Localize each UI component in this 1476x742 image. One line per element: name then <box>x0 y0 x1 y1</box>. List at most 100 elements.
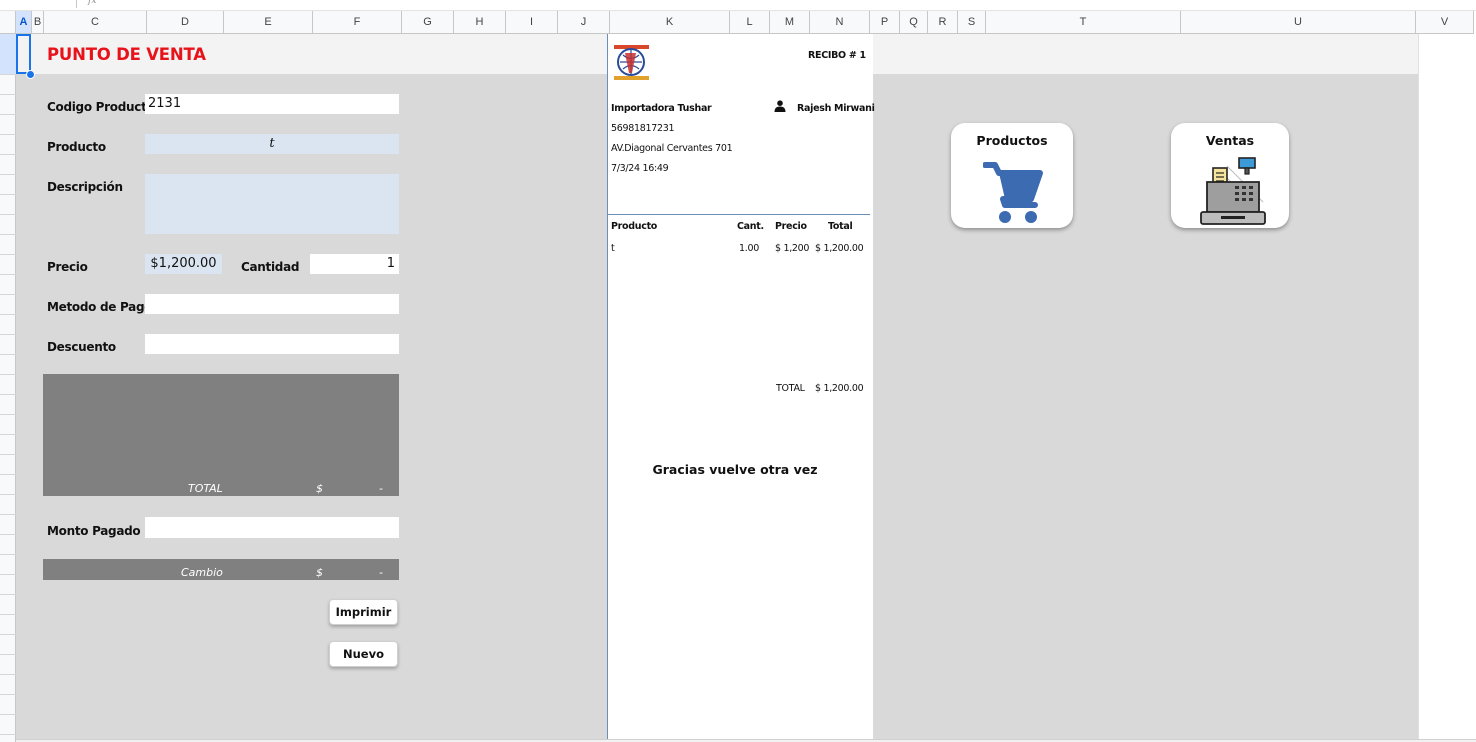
row-divider <box>0 154 16 155</box>
precio-field[interactable]: $1,200.00 <box>145 254 222 274</box>
column-header-q[interactable]: Q <box>900 11 928 34</box>
row-divider <box>0 674 16 675</box>
column-header-u[interactable]: U <box>1181 11 1416 34</box>
productos-label: Productos <box>976 133 1048 148</box>
descuento-input[interactable] <box>145 334 399 354</box>
column-header-k[interactable]: K <box>610 11 730 34</box>
receipt-total-value: $ 1,200.00 <box>815 383 864 394</box>
row-header-selected[interactable] <box>0 34 16 74</box>
codigo-input[interactable]: 2131 <box>145 94 399 114</box>
total-box: TOTAL $ - <box>43 374 399 496</box>
row-divider <box>0 214 16 215</box>
column-header-v[interactable]: V <box>1416 11 1474 34</box>
monto-pagado-label: Monto Pagado <box>47 524 141 538</box>
row-headers <box>0 34 16 742</box>
descripcion-field[interactable] <box>145 174 399 234</box>
cambio-box: Cambio $ - <box>43 559 399 580</box>
select-all-corner[interactable] <box>0 11 16 34</box>
selected-cell[interactable] <box>16 34 31 74</box>
row-divider <box>0 734 16 735</box>
producto-field[interactable]: t <box>145 134 399 154</box>
row-divider <box>0 314 16 315</box>
empty-column-area <box>1418 34 1476 742</box>
column-header-n[interactable]: N <box>810 11 870 34</box>
column-header-s[interactable]: S <box>958 11 986 34</box>
column-header-p[interactable]: P <box>870 11 900 34</box>
cambio-value: - <box>379 566 383 579</box>
precio-label: Precio <box>47 260 88 274</box>
spreadsheet-window: fx ABCDEFGHIJKLMNPQRSTUV PUNTO DE VENTA … <box>0 0 1476 742</box>
codigo-label: Codigo Producto <box>47 100 155 114</box>
formula-bar-separator <box>76 0 77 8</box>
column-header-m[interactable]: M <box>770 11 810 34</box>
column-header-f[interactable]: F <box>313 11 402 34</box>
receipt-number: RECIBO # 1 <box>808 50 866 61</box>
imprimir-button[interactable]: Imprimir <box>329 599 398 625</box>
receipt-header-total: Total <box>828 221 853 232</box>
row-divider <box>0 434 16 435</box>
receipt-item-cant: 1.00 <box>739 243 759 254</box>
fill-handle[interactable] <box>26 70 35 79</box>
company-logo <box>614 45 649 80</box>
row-divider <box>0 94 16 95</box>
productos-button[interactable]: Productos <box>951 123 1073 228</box>
row-divider <box>0 374 16 375</box>
row-divider <box>0 334 16 335</box>
cantidad-label: Cantidad <box>241 260 300 274</box>
column-header-b[interactable]: B <box>32 11 44 34</box>
row-divider <box>0 294 16 295</box>
fx-label: fx <box>88 0 97 6</box>
row-divider <box>0 594 16 595</box>
row-divider <box>0 574 16 575</box>
row-divider <box>0 114 16 115</box>
receipt-item-total: $ 1,200.00 <box>815 243 864 254</box>
nuevo-button[interactable]: Nuevo <box>329 641 398 667</box>
row-divider <box>0 554 16 555</box>
row-divider <box>0 454 16 455</box>
receipt-user: Rajesh Mirwani <box>797 103 875 114</box>
receipt-item-precio: $ 1,200 <box>775 243 810 254</box>
column-header-t[interactable]: T <box>986 11 1181 34</box>
producto-label: Producto <box>47 140 106 154</box>
row-divider <box>0 534 16 535</box>
total-label: TOTAL <box>188 482 223 495</box>
column-header-r[interactable]: R <box>928 11 958 34</box>
user-icon <box>774 100 786 112</box>
column-header-a[interactable]: A <box>16 11 32 34</box>
column-header-l[interactable]: L <box>730 11 770 34</box>
receipt-thanks: Gracias vuelve otra vez <box>652 462 818 477</box>
metodo-pago-input[interactable] <box>145 294 399 314</box>
column-header-e[interactable]: E <box>224 11 313 34</box>
column-header-d[interactable]: D <box>147 11 224 34</box>
descripcion-label: Descripción <box>47 180 123 194</box>
receipt-header-producto: Producto <box>611 221 658 232</box>
column-header-i[interactable]: I <box>506 11 558 34</box>
row-divider <box>0 274 16 275</box>
metodo-pago-label: Metodo de Pago <box>47 300 153 314</box>
receipt-header-precio: Precio <box>775 221 807 232</box>
row-divider <box>0 614 16 615</box>
receipt-company: Importadora Tushar <box>611 103 712 114</box>
row-divider <box>0 254 16 255</box>
column-header-h[interactable]: H <box>454 11 506 34</box>
row-divider <box>0 494 16 495</box>
monto-pagado-input[interactable] <box>145 517 399 538</box>
receipt-total-label: TOTAL <box>776 383 805 394</box>
receipt-divider <box>607 214 870 215</box>
column-header-g[interactable]: G <box>402 11 454 34</box>
descuento-label: Descuento <box>47 340 116 354</box>
column-header-c[interactable]: C <box>44 11 147 34</box>
cambio-currency: $ <box>316 566 323 579</box>
ventas-button[interactable]: Ventas <box>1171 123 1289 228</box>
receipt-item-producto: t <box>611 243 615 254</box>
cambio-label: Cambio <box>181 566 223 579</box>
receipt-phone: 56981817231 <box>611 123 675 134</box>
row-divider <box>0 694 16 695</box>
cantidad-input[interactable]: 1 <box>310 254 399 274</box>
row-divider <box>0 354 16 355</box>
row-divider <box>0 714 16 715</box>
column-header-j[interactable]: J <box>558 11 610 34</box>
shopping-cart-icon <box>983 162 1043 223</box>
row-divider <box>0 514 16 515</box>
row-divider <box>0 394 16 395</box>
